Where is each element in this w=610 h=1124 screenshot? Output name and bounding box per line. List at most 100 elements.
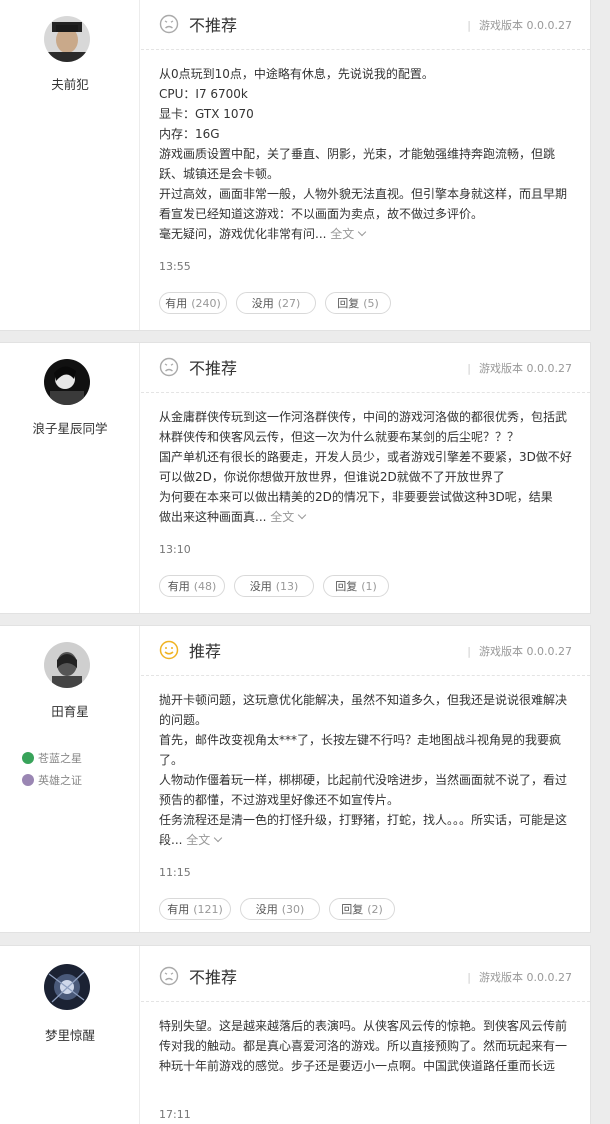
version-text: 游戏版本 0.0.0.27 [479,19,572,32]
useless-count: (27) [277,296,301,310]
version-text: 游戏版本 0.0.0.27 [479,971,572,984]
verdict-label: 不推荐 [159,355,237,379]
reply-count: (1) [361,579,377,593]
user-column: 梦里惊醒 [0,946,140,1124]
review-paragraph: 首先，邮件改变视角太***了，长按左键不行吗？走地图战斗视角晃的我要疯了。 [159,733,562,767]
review-text: 从金庸群侠传玩到这一作河洛群侠传，中间的游戏河洛做的都很优秀，包括武林群侠传和侠… [159,407,572,527]
review-content: 不推荐 | 游戏版本 0.0.0.27 特别失望。这是越来越落后的表演吗。从侠客风… [141,946,590,1124]
version-text: 游戏版本 0.0.0.27 [479,362,572,375]
useful-label: 有用 [167,903,190,916]
review-text: 特别失望。这是越来越落后的表演吗。从侠客风云传的惊艳。到侠客风云传前传对我的触动… [159,1016,572,1076]
full-text-label[interactable]: 全文 [186,833,210,847]
reply-label: 回复 [341,903,364,916]
full-text-link[interactable]: 全文 [270,510,307,524]
chevron-down-icon [298,510,307,520]
verdict-label: 推荐 [159,638,221,662]
review-card: 夫前犯 不推荐 | 游戏版本 0.0.0.27 从0点玩到10点，中途略有休息，先… [0,0,591,331]
verdict-text: 不推荐 [189,359,238,378]
sad-face-icon [159,357,179,377]
badge-canglan[interactable]: 苍蓝之星 [22,750,82,766]
useless-button[interactable]: 没用 (30) [240,898,320,920]
smile-face-icon [159,640,179,660]
review-card: 田育星 苍蓝之星 英雄之证 推荐 | 游戏版本 0.0.0.27 抛开卡顿问题，这… [0,625,591,933]
username[interactable]: 夫前犯 [0,74,140,93]
chevron-down-icon [214,833,223,843]
review-time: 13:10 [159,543,191,556]
avatar[interactable] [44,359,90,405]
reply-button[interactable]: 回复 (5) [325,292,391,314]
review-time: 11:15 [159,866,191,879]
avatar[interactable] [44,964,90,1010]
reply-button[interactable]: 回复 (2) [329,898,395,920]
chevron-down-icon [358,227,367,237]
useful-label: 有用 [167,580,190,593]
review-actions: 有用 (48) 没用 (13) 回复 (1) [159,575,398,597]
useless-button[interactable]: 没用 (27) [236,292,316,314]
useful-count: (121) [193,902,223,916]
game-version: | 游戏版本 0.0.0.27 [467,971,572,984]
review-paragraph: 特别失望。这是越来越落后的表演吗。从侠客风云传的惊艳。到侠客风云传前传对我的触动… [159,1019,568,1073]
review-paragraph: CPU：I7 6700k [159,87,248,101]
review-actions: 有用 (240) 没用 (27) 回复 (5) [159,292,400,314]
avatar[interactable] [44,642,90,688]
game-version: | 游戏版本 0.0.0.27 [467,362,572,375]
version-text: 游戏版本 0.0.0.27 [479,645,572,658]
useful-button[interactable]: 有用 (48) [159,575,225,597]
divider [141,675,590,676]
review-text: 抛开卡顿问题，这玩意优化能解决，虽然不知道多久，但我还是说说很难解决的问题。 首… [159,690,572,850]
user-column: 夫前犯 [0,0,140,330]
review-paragraph: 国产单机还有很长的路要走，开发人员少，或者游戏引擎差不要紧，3D做不好可以做2D… [159,450,572,484]
reply-count: (2) [367,902,383,916]
review-paragraph: 人物动作僵着玩一样，梆梆硬，比起前代没啥进步，当然画面就不说了，看过预告的都懂，… [159,773,568,807]
review-actions: 有用 (121) 没用 (30) 回复 (2) [159,898,404,920]
user-column: 田育星 苍蓝之星 英雄之证 [0,626,140,932]
sad-face-icon [159,966,179,986]
review-paragraph: 从0点玩到10点，中途略有休息，先说说我的配置。 [159,67,434,81]
full-text-label[interactable]: 全文 [270,510,294,524]
badge-hero[interactable]: 英雄之证 [22,772,82,788]
game-version: | 游戏版本 0.0.0.27 [467,19,572,32]
useful-label: 有用 [165,297,188,310]
verdict-text: 不推荐 [189,968,238,987]
verdict-label: 不推荐 [159,12,237,36]
full-text-link[interactable]: 全文 [186,833,223,847]
review-truncated-line: 毫无疑问，游戏优化非常有问... [159,227,327,241]
useless-count: (13) [275,579,299,593]
game-version: | 游戏版本 0.0.0.27 [467,645,572,658]
username[interactable]: 梦里惊醒 [0,1025,140,1044]
verdict-text: 推荐 [189,642,222,661]
full-text-link[interactable]: 全文 [330,227,367,241]
review-text: 从0点玩到10点，中途略有休息，先说说我的配置。 CPU：I7 6700k 显卡… [159,64,572,244]
useful-button[interactable]: 有用 (121) [159,898,231,920]
emblem-badge-icon [22,774,34,786]
review-content: 不推荐 | 游戏版本 0.0.0.27 从0点玩到10点，中途略有休息，先说说我的… [141,0,590,330]
user-column: 浪子星辰同学 [0,343,140,613]
divider [141,1001,590,1002]
review-paragraph: 为何要在本来可以做出精美的2D的情况下，非要要尝试做这种3D呢，结果 [159,490,553,504]
review-truncated-line: 做出来这种画面真... [159,510,267,524]
username[interactable]: 田育星 [0,701,140,720]
divider [141,392,590,393]
useful-count: (240) [191,296,221,310]
review-paragraph: 抛开卡顿问题，这玩意优化能解决，虽然不知道多久，但我还是说说很难解决的问题。 [159,693,568,727]
useful-button[interactable]: 有用 (240) [159,292,227,314]
avatar[interactable] [44,16,90,62]
reply-label: 回复 [335,580,358,593]
review-time: 13:55 [159,260,191,273]
reply-button[interactable]: 回复 (1) [323,575,389,597]
useless-label: 没用 [255,903,278,916]
review-paragraph: 开过高效，画面非常一般，人物外貌无法直视。但引擎本身就这样，而且早期看宣发已经知… [159,187,568,221]
divider [141,49,590,50]
verdict-text: 不推荐 [189,16,238,35]
useless-button[interactable]: 没用 (13) [234,575,314,597]
username[interactable]: 浪子星辰同学 [0,418,140,437]
review-paragraph: 显卡：GTX 1070 [159,107,254,121]
full-text-label[interactable]: 全文 [330,227,354,241]
star-badge-icon [22,752,34,764]
review-paragraph: 游戏画质设置中配，关了垂直、阴影，光束，才能勉强维持奔跑流畅，但跳跃、城镇还是会… [159,147,556,181]
review-time: 17:11 [159,1108,191,1121]
verdict-label: 不推荐 [159,964,237,988]
badge-label: 苍蓝之星 [38,752,82,765]
useful-count: (48) [193,579,217,593]
reply-label: 回复 [337,297,360,310]
